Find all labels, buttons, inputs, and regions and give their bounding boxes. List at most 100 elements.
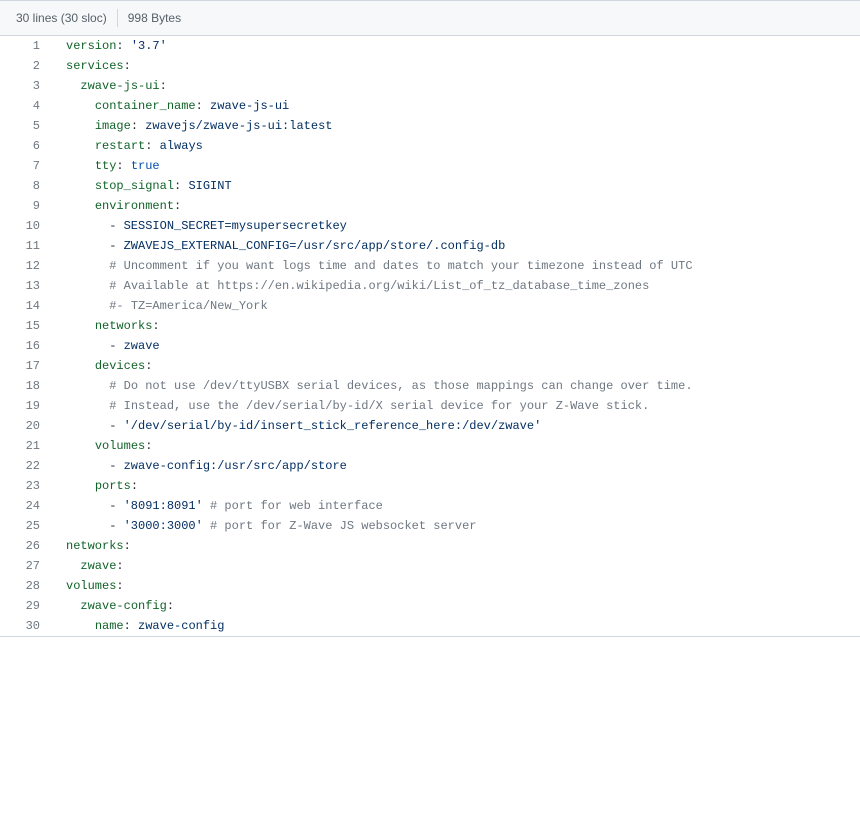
code-token: # Available at https://en.wikipedia.org/… [109, 279, 649, 293]
code-token: : [152, 319, 159, 333]
line-number[interactable]: 1 [0, 36, 50, 56]
code-line: 13 # Available at https://en.wikipedia.o… [0, 276, 860, 296]
code-line: 25 - '3000:3000' # port for Z-Wave JS we… [0, 516, 860, 536]
code-line: 11 - ZWAVEJS_EXTERNAL_CONFIG=/usr/src/ap… [0, 236, 860, 256]
line-number[interactable]: 22 [0, 456, 50, 476]
line-number[interactable]: 13 [0, 276, 50, 296]
line-number[interactable]: 3 [0, 76, 50, 96]
code-line: 9 environment: [0, 196, 860, 216]
line-number[interactable]: 14 [0, 296, 50, 316]
line-content[interactable]: restart: always [50, 136, 860, 156]
line-number[interactable]: 28 [0, 576, 50, 596]
line-content[interactable]: version: '3.7' [50, 36, 860, 56]
line-number[interactable]: 7 [0, 156, 50, 176]
line-number[interactable]: 27 [0, 556, 50, 576]
code-token: image [95, 119, 131, 133]
line-number[interactable]: 26 [0, 536, 50, 556]
line-content[interactable]: tty: true [50, 156, 860, 176]
line-content[interactable]: image: zwavejs/zwave-js-ui:latest [50, 116, 860, 136]
code-token: '8091:8091' [124, 499, 203, 513]
line-content[interactable]: - zwave [50, 336, 860, 356]
line-content[interactable]: volumes: [50, 436, 860, 456]
line-number[interactable]: 12 [0, 256, 50, 276]
line-content[interactable]: networks: [50, 316, 860, 336]
line-content[interactable]: zwave: [50, 556, 860, 576]
line-content[interactable]: - zwave-config:/usr/src/app/store [50, 456, 860, 476]
code-token: '3000:3000' [124, 519, 203, 533]
line-number[interactable]: 24 [0, 496, 50, 516]
code-token: # Do not use /dev/ttyUSBX serial devices… [109, 379, 692, 393]
code-line: 10 - SESSION_SECRET=mysupersecretkey [0, 216, 860, 236]
line-content[interactable]: container_name: zwave-js-ui [50, 96, 860, 116]
line-number[interactable]: 9 [0, 196, 50, 216]
code-token: : [116, 559, 123, 573]
code-token: : [145, 139, 159, 153]
line-content[interactable]: devices: [50, 356, 860, 376]
code-token: : [116, 39, 130, 53]
line-content[interactable]: volumes: [50, 576, 860, 596]
code-token: : [174, 179, 188, 193]
line-number[interactable]: 15 [0, 316, 50, 336]
line-content[interactable]: services: [50, 56, 860, 76]
lines-info: 30 lines (30 sloc) [16, 11, 107, 25]
line-number[interactable]: 11 [0, 236, 50, 256]
line-content[interactable]: networks: [50, 536, 860, 556]
line-content[interactable]: # Instead, use the /dev/serial/by-id/X s… [50, 396, 860, 416]
code-token [66, 99, 95, 113]
code-token: : [116, 159, 130, 173]
code-token: : [131, 479, 138, 493]
line-content[interactable]: name: zwave-config [50, 616, 860, 637]
code-token: volumes [95, 439, 145, 453]
line-content[interactable]: # Do not use /dev/ttyUSBX serial devices… [50, 376, 860, 396]
code-line: 26networks: [0, 536, 860, 556]
line-number[interactable]: 6 [0, 136, 50, 156]
line-number[interactable]: 20 [0, 416, 50, 436]
code-token [66, 319, 95, 333]
line-content[interactable]: - ZWAVEJS_EXTERNAL_CONFIG=/usr/src/app/s… [50, 236, 860, 256]
code-line: 21 volumes: [0, 436, 860, 456]
line-content[interactable]: # Available at https://en.wikipedia.org/… [50, 276, 860, 296]
line-content[interactable]: #- TZ=America/New_York [50, 296, 860, 316]
line-number[interactable]: 16 [0, 336, 50, 356]
line-content[interactable]: stop_signal: SIGINT [50, 176, 860, 196]
code-token: : [124, 59, 131, 73]
code-token [66, 199, 95, 213]
line-number[interactable]: 19 [0, 396, 50, 416]
line-content[interactable]: - '/dev/serial/by-id/insert_stick_refere… [50, 416, 860, 436]
code-line: 7 tty: true [0, 156, 860, 176]
line-number[interactable]: 30 [0, 616, 50, 637]
line-number[interactable]: 29 [0, 596, 50, 616]
code-token [66, 179, 95, 193]
code-token: name [95, 619, 124, 633]
line-number[interactable]: 23 [0, 476, 50, 496]
code-token: zwavejs/zwave-js-ui:latest [145, 119, 332, 133]
line-number[interactable]: 18 [0, 376, 50, 396]
line-content[interactable]: zwave-js-ui: [50, 76, 860, 96]
file-info-divider [117, 9, 118, 27]
code-token [203, 499, 210, 513]
line-content[interactable]: - '8091:8091' # port for web interface [50, 496, 860, 516]
line-content[interactable]: environment: [50, 196, 860, 216]
line-number[interactable]: 5 [0, 116, 50, 136]
line-number[interactable]: 2 [0, 56, 50, 76]
code-token: # Instead, use the /dev/serial/by-id/X s… [109, 399, 649, 413]
line-content[interactable]: ports: [50, 476, 860, 496]
code-line: 19 # Instead, use the /dev/serial/by-id/… [0, 396, 860, 416]
code-token: volumes [66, 579, 116, 593]
line-number[interactable]: 21 [0, 436, 50, 456]
line-number[interactable]: 25 [0, 516, 50, 536]
line-content[interactable]: - SESSION_SECRET=mysupersecretkey [50, 216, 860, 236]
line-content[interactable]: - '3000:3000' # port for Z-Wave JS webso… [50, 516, 860, 536]
line-number[interactable]: 17 [0, 356, 50, 376]
line-number[interactable]: 4 [0, 96, 50, 116]
line-content[interactable]: zwave-config: [50, 596, 860, 616]
code-token: - [66, 419, 124, 433]
code-token: # port for Z-Wave JS websocket server [210, 519, 476, 533]
code-line: 1version: '3.7' [0, 36, 860, 56]
code-token: : [131, 119, 145, 133]
code-line: 6 restart: always [0, 136, 860, 156]
line-content[interactable]: # Uncomment if you want logs time and da… [50, 256, 860, 276]
line-number[interactable]: 8 [0, 176, 50, 196]
line-number[interactable]: 10 [0, 216, 50, 236]
code-token [66, 159, 95, 173]
